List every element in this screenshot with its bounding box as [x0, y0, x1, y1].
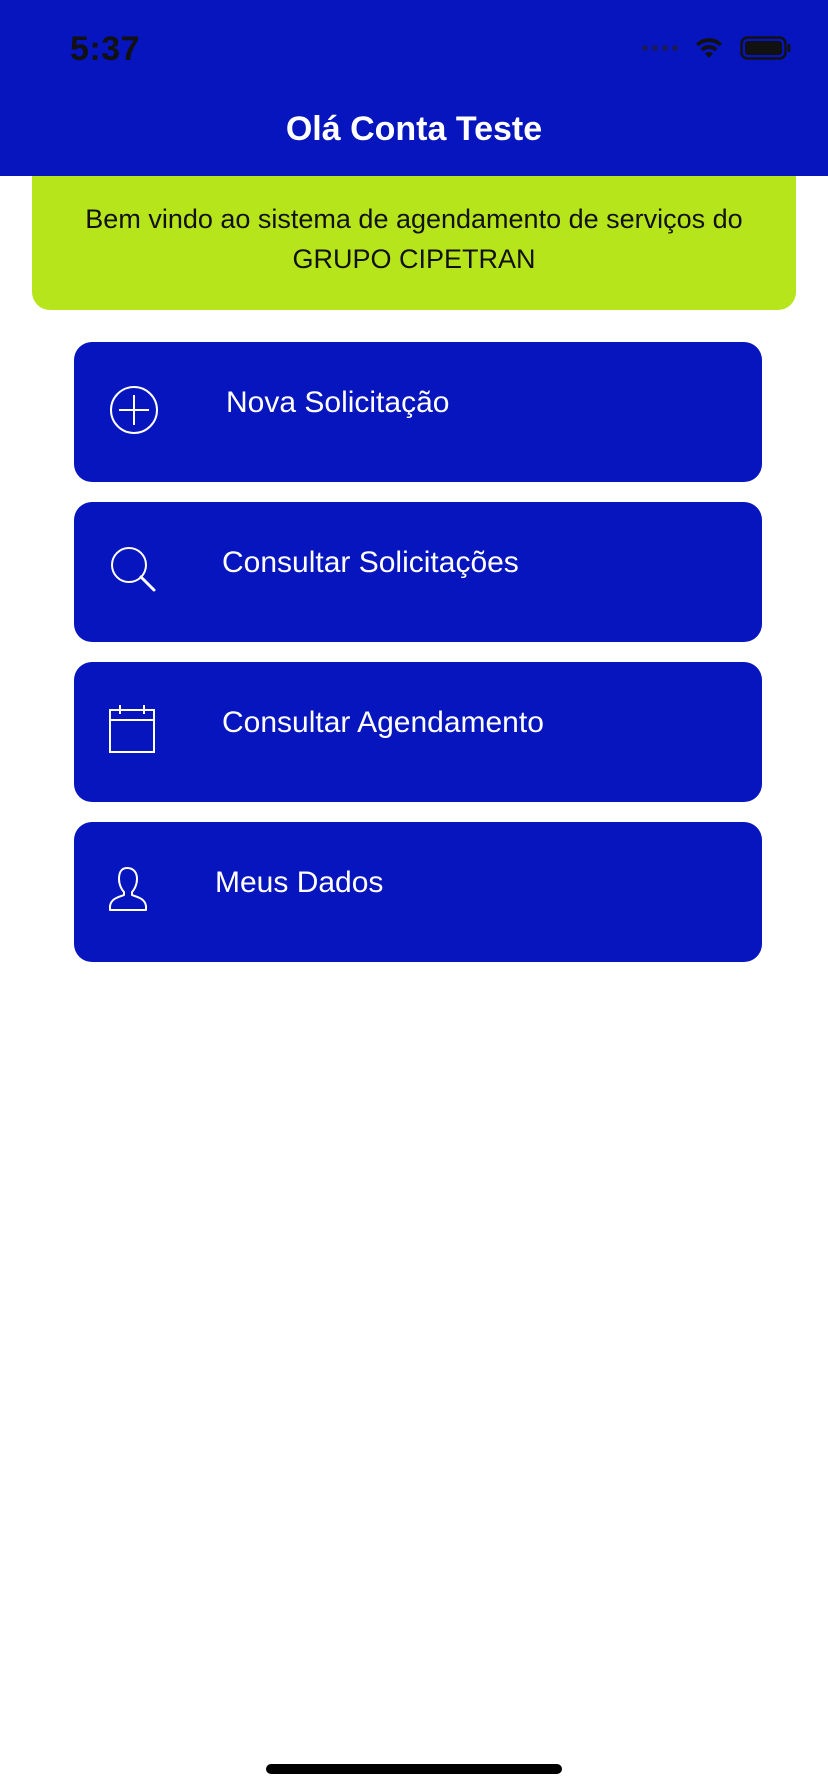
header-bar: 5:37 Olá Conta Teste	[0, 0, 828, 176]
my-data-label: Meus Dados	[215, 866, 384, 899]
view-appointment-label: Consultar Agendamento	[222, 706, 544, 739]
status-icons	[642, 36, 792, 60]
app-screen: 5:37 Olá Conta Teste Bem vindo ao sistem…	[0, 0, 828, 1792]
view-requests-button[interactable]: Consultar Solicitações	[74, 502, 762, 642]
plus-circle-icon	[110, 386, 158, 434]
new-request-button[interactable]: Nova Solicitação	[74, 342, 762, 482]
user-icon	[109, 867, 147, 911]
battery-icon	[740, 36, 791, 60]
main-menu: Nova Solicitação Consultar Solicitações …	[74, 342, 762, 982]
home-indicator[interactable]	[266, 1764, 562, 1774]
welcome-text-line2: GRUPO CIPETRAN	[292, 244, 536, 274]
view-requests-label: Consultar Solicitações	[222, 546, 519, 579]
search-icon	[111, 547, 156, 592]
wifi-icon	[696, 38, 722, 58]
my-data-button[interactable]: Meus Dados	[74, 822, 762, 962]
view-appointment-button[interactable]: Consultar Agendamento	[74, 662, 762, 802]
status-time: 5:37	[70, 30, 141, 68]
calendar-icon	[109, 705, 155, 753]
welcome-banner: Bem vindo ao sistema de agendamento de s…	[32, 176, 796, 310]
cellular-signal-icon	[642, 45, 678, 51]
page-title: Olá Conta Teste	[285, 110, 543, 148]
welcome-text-line1: Bem vindo ao sistema de agendamento de s…	[85, 204, 743, 234]
new-request-label: Nova Solicitação	[226, 386, 450, 419]
